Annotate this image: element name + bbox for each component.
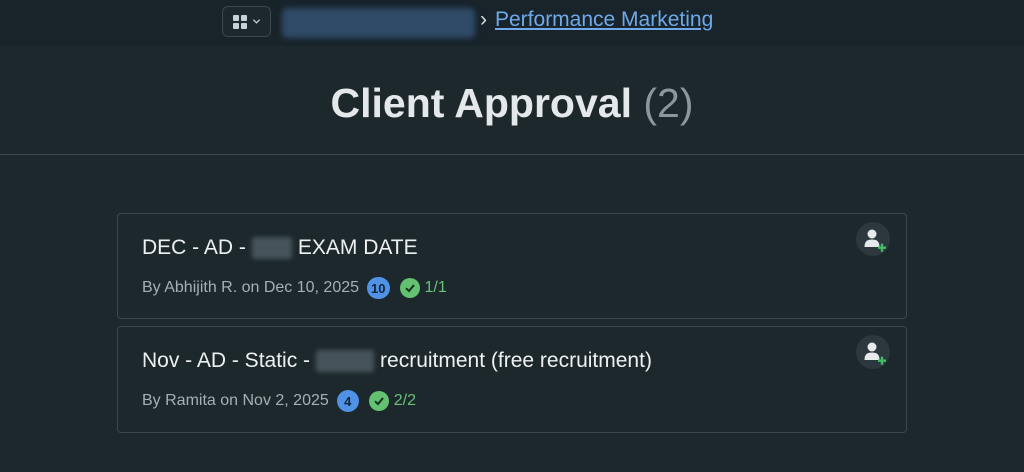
approval-status: 1/1 [424, 279, 447, 296]
redacted-text [251, 237, 292, 259]
comment-count-badge: 4 [336, 390, 359, 412]
breadcrumb-separator: › [480, 8, 487, 31]
check-circle-icon [368, 391, 389, 411]
card-author: By Abhijith R. on Dec 10, 2025 [142, 279, 360, 296]
card-meta: By Ramita on Nov 2, 2025 4 2/2 [142, 390, 416, 412]
card-title-start: Nov - AD - Static - [142, 349, 311, 372]
approval-card[interactable]: Nov - AD - Static - recruitment (free re… [117, 326, 907, 433]
card-meta: By Abhijith R. on Dec 10, 2025 10 1/1 [142, 277, 447, 299]
card-title[interactable]: DEC - AD - EXAM DATE [142, 236, 418, 260]
card-title[interactable]: Nov - AD - Static - recruitment (free re… [142, 349, 652, 373]
user-add-icon [864, 229, 886, 252]
card-author: By Ramita on Nov 2, 2025 [142, 392, 329, 409]
approval-card[interactable]: DEC - AD - EXAM DATE By Abhijith R. on D… [117, 213, 907, 319]
redacted-text [316, 350, 375, 372]
approval-status: 2/2 [393, 392, 417, 409]
page-title: Client Approval (2) [0, 80, 1024, 127]
breadcrumb-redacted-project[interactable] [282, 8, 475, 38]
card-title-end: EXAM DATE [297, 236, 418, 259]
top-bar: › Performance Marketing [0, 0, 1024, 46]
app-switcher-button[interactable] [222, 6, 271, 37]
card-title-start: DEC - AD - [142, 236, 246, 259]
breadcrumb-link-performance-marketing[interactable]: Performance Marketing [495, 8, 713, 32]
divider [0, 154, 1024, 155]
card-title-end: recruitment (free recruitment) [380, 349, 652, 372]
grid-icon [232, 14, 247, 29]
assign-user-button[interactable] [856, 222, 890, 256]
page-title-text: Client Approval [330, 80, 632, 126]
assign-user-button[interactable] [856, 335, 890, 369]
check-circle-icon [399, 278, 420, 298]
chevron-down-icon [252, 19, 260, 24]
comment-count-badge: 10 [367, 277, 390, 299]
user-add-icon [864, 342, 886, 365]
page-title-count: (2) [643, 80, 694, 126]
